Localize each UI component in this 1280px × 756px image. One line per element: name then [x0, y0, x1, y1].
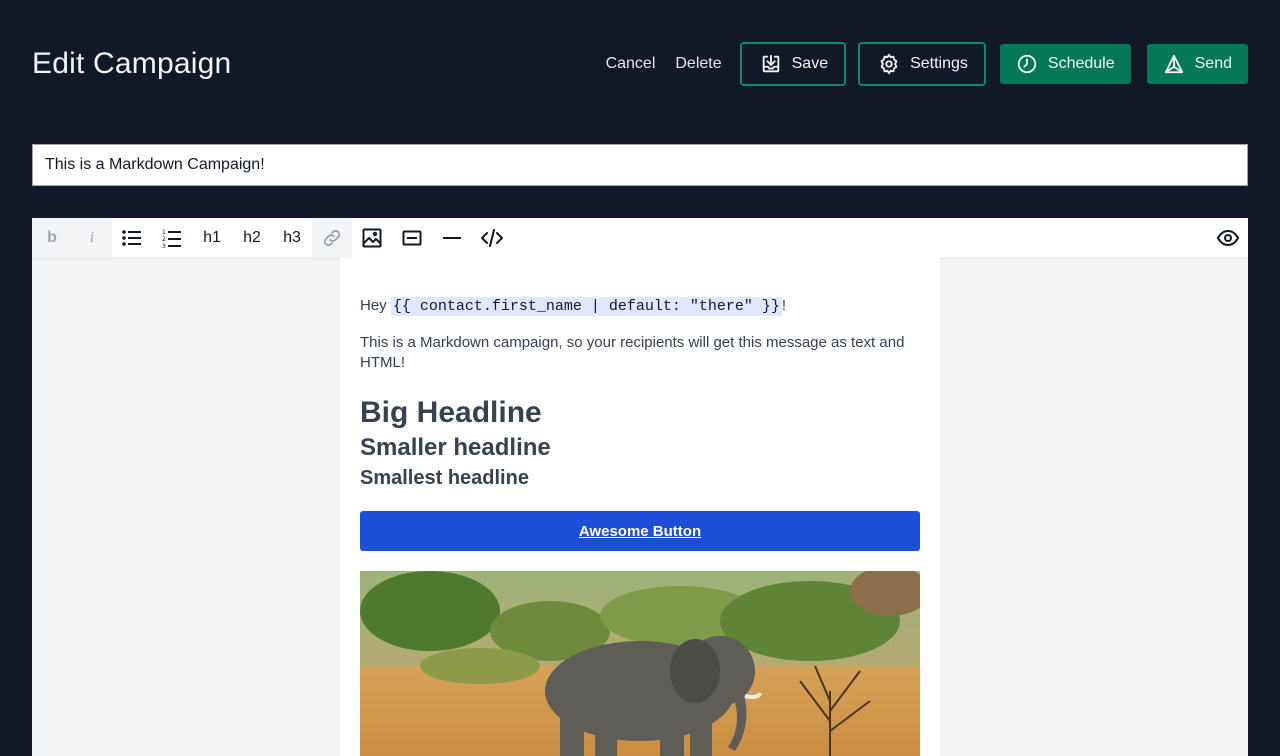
- italic-icon: i: [89, 229, 95, 246]
- save-button[interactable]: Save: [739, 42, 847, 86]
- send-label: Send: [1194, 55, 1232, 72]
- horizontal-rule-icon: [443, 237, 461, 239]
- save-icon: [762, 54, 779, 73]
- italic-button[interactable]: i: [72, 218, 112, 258]
- preview-button[interactable]: [1208, 218, 1248, 258]
- image-button[interactable]: [352, 218, 392, 258]
- button-icon: [402, 230, 422, 246]
- code-button[interactable]: [472, 218, 512, 258]
- h1-button[interactable]: h1: [192, 218, 232, 258]
- bullet-list-button[interactable]: [112, 218, 152, 258]
- settings-label: Settings: [910, 55, 968, 72]
- elephant-image: [360, 571, 920, 756]
- numbered-list-icon: 123: [162, 229, 181, 248]
- settings-button[interactable]: Settings: [858, 42, 986, 86]
- svg-text:1: 1: [162, 229, 166, 236]
- big-headline: Big Headline: [360, 396, 542, 429]
- h2-button[interactable]: h2: [232, 218, 272, 258]
- elephant-photo-icon: [360, 571, 920, 756]
- send-button[interactable]: Send: [1146, 44, 1248, 84]
- page-header: Edit Campaign Cancel Delete Save Setting…: [32, 40, 1248, 88]
- link-button[interactable]: [312, 218, 352, 258]
- editor-toolbar: b i 123 h1 h2 h3: [32, 218, 1248, 259]
- greeting-prefix: Hey: [360, 297, 391, 314]
- numbered-list-button[interactable]: 123: [152, 218, 192, 258]
- schedule-label: Schedule: [1047, 55, 1115, 72]
- email-preview: Hey {{ contact.first_name | default: "th…: [340, 258, 940, 756]
- schedule-button[interactable]: Schedule: [999, 44, 1131, 84]
- preview-eye-icon: [1217, 230, 1239, 246]
- horizontal-rule-button[interactable]: [432, 218, 472, 258]
- delete-button[interactable]: Delete: [671, 49, 725, 79]
- svg-text:2: 2: [162, 236, 166, 243]
- bold-button[interactable]: b: [32, 218, 72, 258]
- h3-button[interactable]: h3: [272, 218, 312, 258]
- save-label: Save: [791, 55, 829, 72]
- bold-icon: b: [47, 229, 57, 246]
- gear-icon: [880, 53, 898, 75]
- page-title: Edit Campaign: [32, 47, 232, 80]
- smallest-headline: Smallest headline: [360, 467, 529, 489]
- greeting-suffix: !: [781, 297, 787, 314]
- image-icon: [362, 228, 382, 248]
- header-actions: Cancel Delete Save Settings Schedule Sen…: [602, 42, 1248, 86]
- markdown-editor: b i 123 h1 h2 h3 Hey {{ contact.first_na…: [32, 218, 1248, 756]
- button-insert-button[interactable]: [392, 218, 432, 258]
- subject-input[interactable]: This is a Markdown Campaign!: [32, 144, 1248, 186]
- svg-text:3: 3: [162, 243, 166, 248]
- liquid-variable: {{ contact.first_name | default: "there"…: [390, 297, 782, 316]
- send-icon: [1164, 54, 1183, 74]
- awesome-button[interactable]: Awesome Button: [360, 511, 920, 551]
- bullet-list-icon: [122, 230, 141, 246]
- smaller-headline: Smaller headline: [360, 434, 551, 461]
- clock-icon: [1017, 54, 1037, 74]
- link-icon: [323, 229, 341, 247]
- cancel-button[interactable]: Cancel: [602, 49, 660, 79]
- greeting-line: Hey {{ contact.first_name | default: "th…: [360, 296, 920, 317]
- code-icon: [481, 229, 503, 247]
- intro-paragraph: This is a Markdown campaign, so your rec…: [360, 334, 905, 371]
